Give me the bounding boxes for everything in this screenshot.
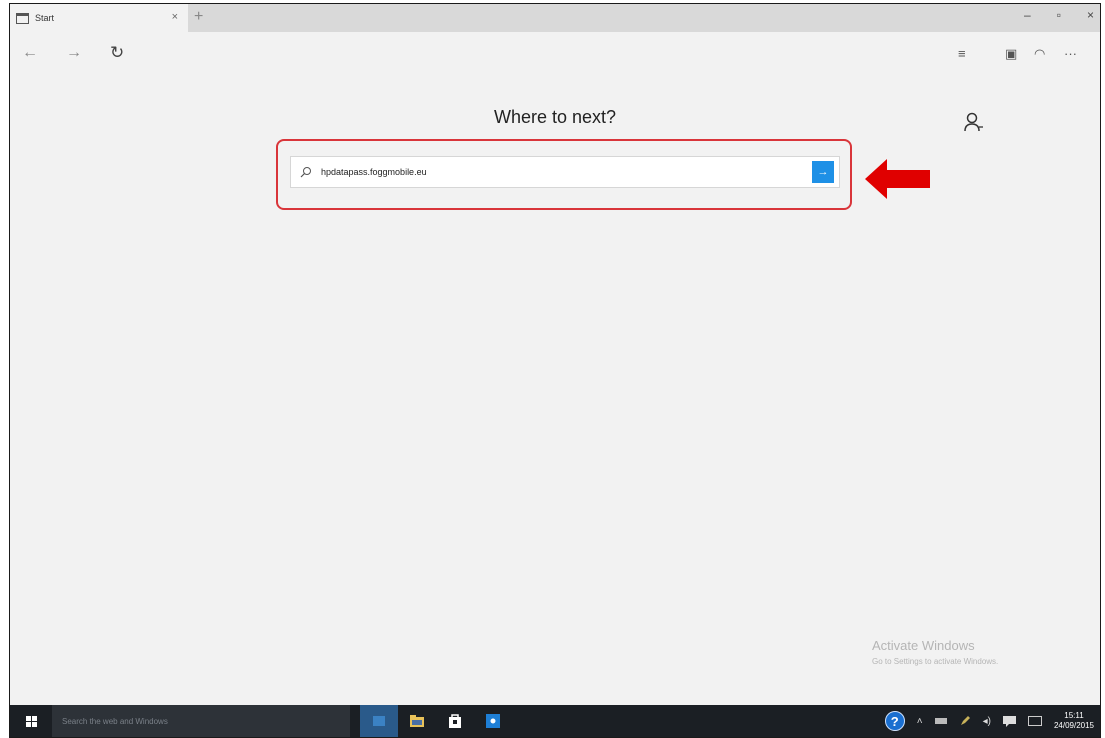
go-arrow-icon: → <box>817 166 829 178</box>
search-input[interactable]: hpdatapass.foggmobile.eu <box>321 167 812 177</box>
keyboard-icon[interactable] <box>1027 716 1042 726</box>
search-icon <box>291 166 321 178</box>
restore-button[interactable]: ▫ <box>1057 8 1061 22</box>
more-actions-button[interactable]: ··· <box>1064 46 1077 61</box>
hub-button[interactable]: ≡ <box>958 46 966 61</box>
web-note-button[interactable]: ▣ <box>1005 46 1017 62</box>
new-tab-button[interactable]: + <box>194 8 203 26</box>
taskbar-clock[interactable]: 15:11 24/09/2015 <box>1054 711 1094 731</box>
close-window-button[interactable]: × <box>1087 8 1094 22</box>
go-button[interactable]: → <box>812 161 834 183</box>
tab-start[interactable]: Start × <box>10 4 188 32</box>
tab-strip: Start × + – ▫ × <box>10 4 1100 32</box>
taskbar-app-settings[interactable] <box>474 705 512 737</box>
watermark-subtitle: Go to Settings to activate Windows. <box>872 657 999 666</box>
address-search-box[interactable]: hpdatapass.foggmobile.eu → <box>290 156 840 188</box>
taskbar: Search the web and Windows ? ˄ ◂) 15:11 … <box>10 705 1100 737</box>
folder-icon <box>410 715 424 727</box>
person-icon[interactable] <box>962 110 986 134</box>
back-button[interactable]: ← <box>22 44 38 62</box>
windows-logo-icon <box>25 715 37 727</box>
window-controls: – ▫ × <box>1024 8 1094 22</box>
page-title: Where to next? <box>493 107 617 127</box>
activation-watermark: Activate Windows Go to Settings to activ… <box>872 638 998 666</box>
tab-title: Start <box>35 13 55 23</box>
help-icon[interactable]: ? <box>884 711 905 731</box>
minimize-button[interactable]: – <box>1024 8 1031 22</box>
taskbar-apps <box>360 705 512 737</box>
clock-time: 15:11 <box>1064 711 1084 720</box>
network-icon[interactable] <box>934 716 947 726</box>
taskbar-app-store[interactable] <box>436 705 474 737</box>
refresh-button[interactable]: ↻ <box>110 43 124 63</box>
task-view-icon <box>373 716 385 726</box>
clock-date: 24/09/2015 <box>1053 721 1094 730</box>
tab-close-button[interactable]: × <box>172 11 178 23</box>
system-tray: ? ˄ ◂) 15:11 24/09/2015 <box>884 705 1094 737</box>
message-icon[interactable] <box>1002 715 1016 727</box>
watermark-title: Activate Windows <box>872 638 975 653</box>
browser-window: Start × + – ▫ × ← → ↻ ≡ ▣ ◠ ··· Where to… <box>9 3 1101 738</box>
navigation-bar: ← → ↻ ≡ ▣ ◠ ··· <box>10 32 1100 76</box>
share-button[interactable]: ◠ <box>1034 46 1045 62</box>
taskbar-app-file-explorer[interactable] <box>398 705 436 737</box>
start-button[interactable] <box>10 705 52 737</box>
tab-page-icon <box>16 12 29 24</box>
taskbar-app-task-view[interactable] <box>360 705 398 737</box>
forward-button[interactable]: → <box>66 44 82 62</box>
settings-icon <box>486 714 500 728</box>
store-bag-icon <box>449 714 461 728</box>
edit-icon[interactable] <box>959 715 971 727</box>
chevron-up-icon[interactable]: ˄ <box>917 716 923 727</box>
volume-icon[interactable]: ◂) <box>983 716 991 727</box>
annotation-arrow <box>865 159 930 199</box>
taskbar-search-box[interactable]: Search the web and Windows <box>52 705 350 737</box>
